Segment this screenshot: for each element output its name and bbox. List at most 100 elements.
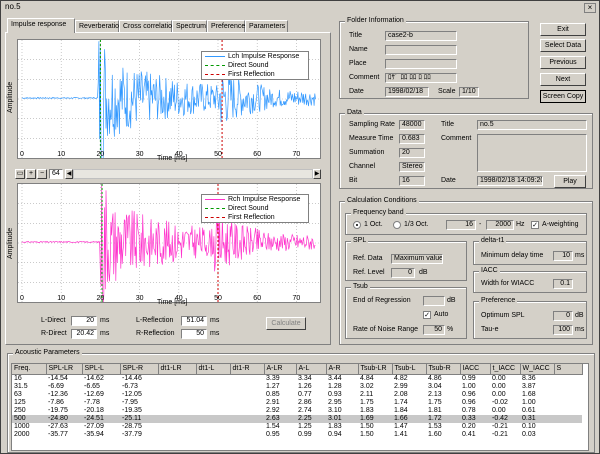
folder-comment-field[interactable]: ﾛｻﾞ ﾛﾛ ﾛﾛ ﾛ ﾛﾛ (385, 73, 457, 83)
table-row[interactable]: 1000 -27.63 -27.09 -28.75 1.54 1.25 1.83 1.50 1.… (12, 423, 582, 431)
select-data-button[interactable]: Select Data (540, 39, 586, 52)
column-header[interactable]: A-LR (264, 364, 297, 375)
mtime-label: Measure Time (349, 135, 394, 142)
next-button[interactable]: Next (540, 73, 586, 86)
acoustic-params-table[interactable]: Freq. SPL-LR SPL-L SPL-R dt1-LR dt1-L dt1-R A-L… (11, 363, 589, 451)
table-cell: 250 (14, 406, 26, 414)
column-header[interactable]: Tsub-L (392, 364, 427, 375)
r-direct-field[interactable]: 20.42 (71, 329, 97, 339)
scroll-left-icon[interactable]: ◀ (65, 169, 73, 179)
table-cell: -27.63 (48, 422, 68, 430)
noise-field[interactable]: 50 (423, 325, 445, 335)
column-header[interactable]: A-R (326, 364, 359, 375)
tab-impulse-response[interactable]: Impulse response (7, 18, 75, 33)
table-cell: 0.00 (492, 390, 506, 398)
ref-data-field[interactable]: Maximum value (391, 254, 443, 264)
folder-title-field[interactable]: case2-b (385, 31, 457, 41)
table-cell: -14.46 (122, 374, 142, 382)
title-bar: no.5 × (1, 1, 599, 15)
column-header[interactable]: SPL-LR (46, 364, 83, 375)
table-cell: 3.87 (522, 382, 536, 390)
iacc-legend: IACC (479, 267, 500, 274)
table-cell: 1.25 (298, 422, 312, 430)
table-cell: 1.41 (394, 430, 408, 438)
channel-field: Stereo (399, 162, 425, 172)
table-cell: 0.33 (460, 414, 490, 423)
scroll-right-icon[interactable]: ▶ (313, 169, 321, 179)
table-row[interactable]: 16 -14.54 -14.62 -14.46 3.39 3.34 3.44 4.84 4.82… (12, 374, 582, 383)
x-tick-label: 20 (97, 151, 105, 158)
table-cell (196, 431, 230, 439)
column-header[interactable]: W_IACC (520, 364, 555, 375)
l-direct-field[interactable]: 20 (71, 316, 97, 326)
table-cell (158, 399, 196, 407)
play-button[interactable]: Play (554, 175, 586, 188)
end-reg-field[interactable] (423, 296, 445, 306)
zoom-in-icon[interactable]: + (26, 169, 36, 179)
column-header[interactable]: dt1-LR (158, 364, 197, 375)
column-header[interactable]: dt1-R (230, 364, 265, 375)
radio-1oct[interactable] (353, 221, 361, 229)
table-cell: -19.75 (48, 406, 68, 414)
auto-checkbox[interactable]: ✓ (423, 311, 431, 319)
column-header[interactable]: t_IACC (490, 364, 521, 375)
opt-spl-field[interactable]: 0 (553, 311, 573, 321)
column-header[interactable]: S (554, 364, 583, 375)
folder-name-field[interactable] (385, 45, 457, 55)
table-cell (230, 374, 264, 383)
calculate-button[interactable]: Calculate (266, 317, 306, 330)
column-header[interactable]: Tsub-LR (358, 364, 393, 375)
folder-date-field[interactable]: 1998/02/18 (385, 87, 429, 97)
freq-low-field[interactable]: 16 (446, 220, 476, 230)
tau-field[interactable]: 100 (553, 325, 573, 335)
table-cell: 0.99 (462, 374, 476, 382)
x-tick-label: 20 (97, 295, 105, 302)
table-row[interactable]: 63 -12.36 -12.69 -12.05 0.85 0.77 0.93 2.11 2.08… (12, 391, 582, 399)
ref-level-field[interactable]: 0 (391, 268, 415, 278)
zoom-value[interactable]: 64 (49, 169, 63, 179)
table-cell: 3.10 (328, 406, 342, 414)
data-comment-label: Comment (441, 135, 472, 142)
column-header[interactable]: IACC (460, 364, 491, 375)
table-cell: 16 (14, 374, 22, 382)
print-icon[interactable]: ▭ (15, 169, 25, 179)
column-header[interactable]: A-L (296, 364, 327, 375)
table-cell (158, 383, 196, 391)
folder-place-label: Place (349, 60, 367, 67)
table-cell: 0.99 (298, 430, 312, 438)
table-cell (196, 383, 230, 391)
column-header[interactable]: SPL-R (120, 364, 159, 375)
horizontal-scrollbar[interactable] (73, 169, 313, 179)
table-row[interactable]: 31.5 -6.69 -6.65 -6.73 1.27 1.26 1.28 3.02 2.99 3… (12, 383, 582, 391)
table-cell: -37.79 (122, 430, 142, 438)
table-row[interactable]: 250 -19.75 -20.18 -19.35 2.92 2.74 3.10 1.83 1.8… (12, 407, 582, 415)
aweight-checkbox[interactable]: ✓ (531, 221, 539, 229)
folder-place-field[interactable] (385, 59, 457, 69)
w-iacc-field[interactable]: 0.1 (553, 279, 573, 289)
r-reflection-field[interactable]: 50 (181, 329, 207, 339)
x-tick-label: 50 (214, 151, 222, 158)
l-reflection-label: L-Reflection (136, 317, 174, 324)
table-row[interactable]: 125 -7.86 -7.78 -7.95 2.91 2.86 2.95 1.75 1.74 1.… (12, 399, 582, 407)
previous-button[interactable]: Previous (540, 56, 586, 69)
table-cell (196, 423, 230, 431)
radio-3oct[interactable] (393, 221, 401, 229)
table-row[interactable]: 2000 -35.77 -35.94 -37.79 0.95 0.99 0.94 1.50 1.… (12, 431, 582, 439)
screen-copy-button[interactable]: Screen Copy (540, 90, 586, 103)
r-direct-unit: ms (100, 330, 110, 337)
folder-scale-field[interactable]: 1/10 (459, 87, 479, 97)
column-header[interactable]: Tsub-R (426, 364, 461, 375)
exit-button[interactable]: Exit (540, 23, 586, 36)
column-header[interactable]: Freq. (12, 364, 47, 375)
table-cell: -27.09 (84, 422, 104, 430)
table-cell: 1.54 (266, 422, 280, 430)
close-button[interactable]: × (584, 3, 596, 13)
l-reflection-field[interactable]: 51.04 (181, 316, 207, 326)
table-cell: -6.65 (84, 382, 100, 390)
column-header[interactable]: dt1-L (196, 364, 231, 375)
min-delay-field[interactable]: 10 (553, 251, 573, 261)
zoom-out-icon[interactable]: − (37, 169, 47, 179)
freq-high-field[interactable]: 2000 (486, 220, 514, 230)
column-header[interactable]: SPL-L (82, 364, 121, 375)
table-row[interactable]: 500 -24.80 -24.51 -25.11 2.63 2.25 3.01 1.69 1.6… (12, 414, 582, 423)
